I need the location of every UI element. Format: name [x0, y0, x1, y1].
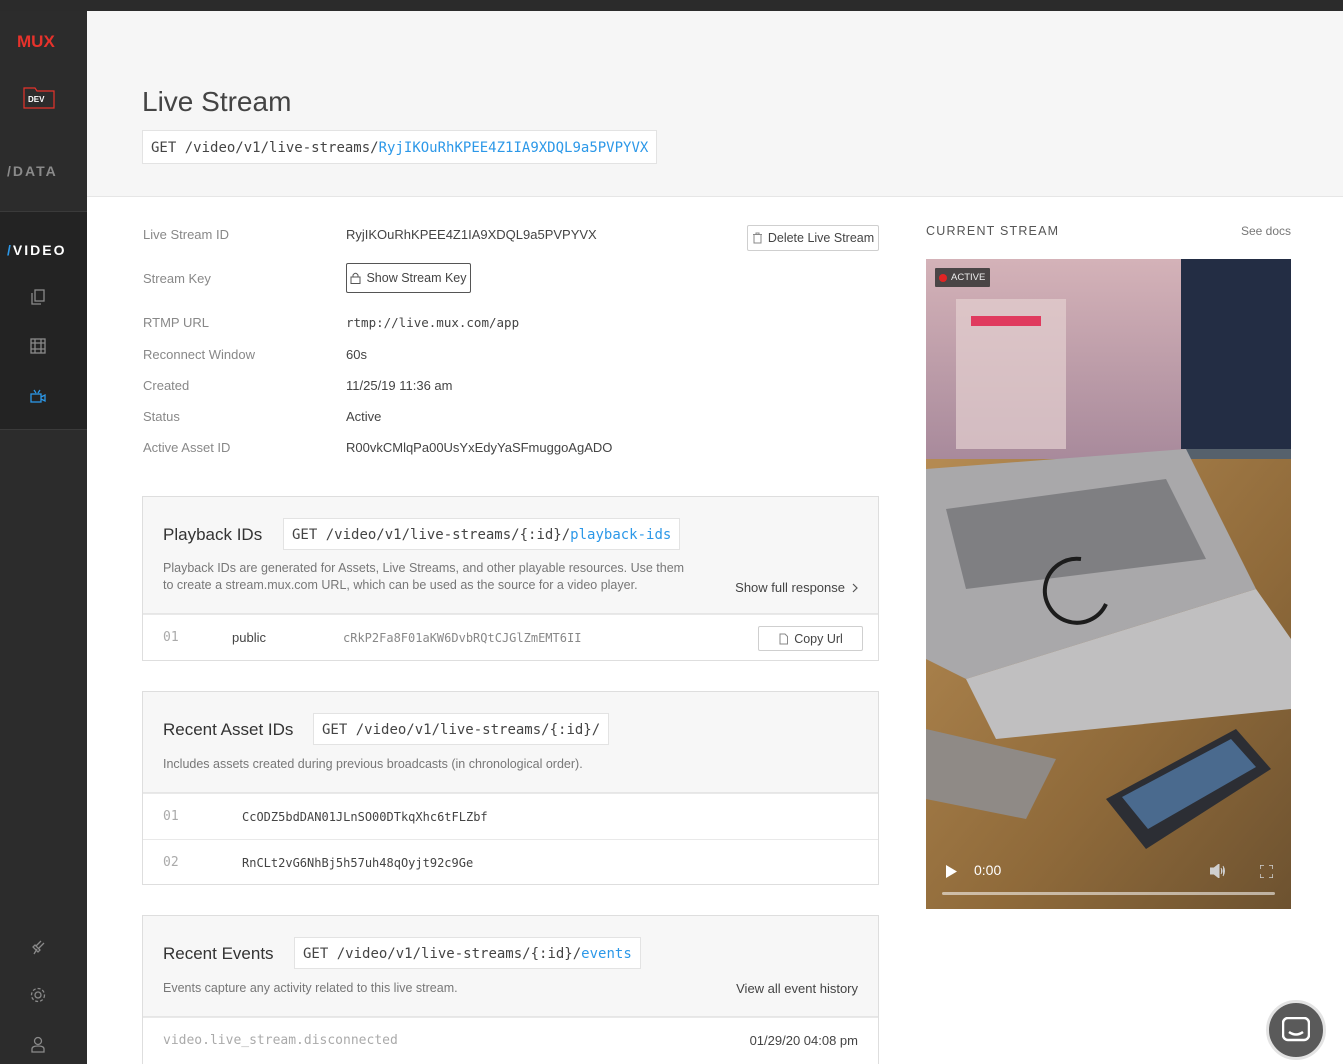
- recent-asset-ids-description: Includes assets created during previous …: [163, 757, 583, 771]
- environment-badge[interactable]: DEV: [23, 85, 55, 109]
- recent-events-description: Events capture any activity related to t…: [163, 981, 458, 995]
- page-header: Live Stream GET /video/v1/live-streams/R…: [87, 11, 1343, 197]
- rtmp-url-value: rtmp://live.mux.com/app: [346, 315, 520, 330]
- recent-asset-ids-title: Recent Asset IDs: [163, 720, 294, 739]
- sidebar: MUX DEV /DATA /VIDEO: [0, 11, 87, 1064]
- video-time: 0:00: [974, 862, 1002, 878]
- live-stream-icon[interactable]: [29, 387, 47, 405]
- nav-data[interactable]: /DATA: [7, 163, 58, 179]
- playback-ids-panel: Playback IDs GET /video/v1/live-streams/…: [142, 496, 879, 661]
- events-link[interactable]: events: [581, 946, 632, 962]
- event-time: 01/29/20 04:08 pm: [749, 1033, 858, 1048]
- svg-text:DEV: DEV: [28, 95, 45, 104]
- folder-icon: DEV: [23, 87, 55, 109]
- lock-icon: [350, 272, 361, 284]
- live-stream-id-value: RyjIKOuRhKPEE4Z1IA9XDQL9a5PVPYVX: [346, 227, 597, 242]
- assets-copy-icon[interactable]: [29, 288, 47, 306]
- playback-id-value: cRkP2Fa8F01aKW6DvbRQtCJGlZmEMT6II: [343, 631, 582, 645]
- document-icon: [779, 633, 789, 644]
- delete-live-stream-button[interactable]: Delete Live Stream: [747, 225, 879, 251]
- asset-id-value[interactable]: CcODZ5bdDAN01JLnSO00DTkqXhc6tFLZbf: [242, 810, 488, 824]
- current-stream-title: CURRENT STREAM: [926, 224, 1060, 238]
- page-title: Live Stream: [142, 86, 292, 117]
- user-icon[interactable]: [29, 1035, 47, 1053]
- video-player[interactable]: ACTIVE 0:00: [926, 259, 1291, 909]
- asset-id-value[interactable]: RnCLt2vG6NhBj5h57uh48qOyjt92c9Ge: [242, 856, 473, 870]
- asset-row: 02 RnCLt2vG6NhBj5h57uh48qOyjt92c9Ge: [143, 839, 878, 884]
- asset-row: 01 CcODZ5bdDAN01JLnSO00DTkqXhc6tFLZbf: [143, 793, 878, 839]
- video-controls: 0:00: [926, 849, 1291, 909]
- copy-url-button[interactable]: Copy Url: [758, 626, 863, 651]
- playback-id-row: 01 public cRkP2Fa8F01aKW6DvbRQtCJGlZmEMT…: [143, 614, 878, 660]
- chevron-right-icon: [852, 583, 858, 592]
- chat-launcher-button[interactable]: [1266, 1000, 1326, 1060]
- show-stream-key-button[interactable]: Show Stream Key: [346, 263, 471, 293]
- playback-ids-link[interactable]: playback-ids: [570, 527, 671, 543]
- recent-events-title: Recent Events: [163, 944, 274, 963]
- top-bar: [0, 0, 1343, 11]
- playback-ids-title: Playback IDs: [163, 525, 263, 544]
- svg-text:MUX: MUX: [17, 32, 55, 51]
- recent-asset-ids-panel: Recent Asset IDs GET /video/v1/live-stre…: [142, 691, 879, 885]
- chat-icon: [1282, 1017, 1310, 1042]
- endpoint-id-link[interactable]: RyjIKOuRhKPEE4Z1IA9XDQL9a5PVPYVX: [379, 140, 649, 156]
- mux-logo[interactable]: MUX: [17, 31, 61, 51]
- recent-events-endpoint: GET /video/v1/live-streams/{:id}/events: [294, 937, 641, 969]
- plug-icon[interactable]: [29, 938, 47, 956]
- show-full-response-link[interactable]: Show full response: [735, 580, 858, 595]
- playback-policy: public: [232, 630, 266, 645]
- api-endpoint: GET /video/v1/live-streams/RyjIKOuRhKPEE…: [142, 130, 658, 164]
- see-docs-link[interactable]: See docs: [1241, 224, 1291, 238]
- trash-icon: [752, 232, 762, 244]
- recent-events-panel: Recent Events GET /video/v1/live-streams…: [142, 915, 879, 1064]
- active-badge: ACTIVE: [935, 268, 991, 287]
- film-icon[interactable]: [29, 337, 47, 355]
- view-all-event-history-link[interactable]: View all event history: [736, 981, 858, 996]
- event-name: video.live_stream.disconnected: [163, 1033, 398, 1048]
- fullscreen-icon[interactable]: [1260, 865, 1273, 878]
- live-dot-icon: [939, 273, 947, 282]
- active-asset-id-value: R00vkCMlqPa00UsYxEdyYaSFmuggoAgADO: [346, 440, 613, 455]
- event-row: video.live_stream.disconnected 01/29/20 …: [143, 1017, 878, 1063]
- volume-icon[interactable]: [1210, 864, 1226, 878]
- playback-ids-endpoint: GET /video/v1/live-streams/{:id}/playbac…: [283, 518, 681, 550]
- play-icon[interactable]: [946, 865, 957, 878]
- nav-video[interactable]: /VIDEO: [7, 242, 66, 258]
- playback-ids-description: Playback IDs are generated for Assets, L…: [163, 561, 685, 592]
- video-progress-bar[interactable]: [942, 892, 1275, 895]
- video-section: /VIDEO: [0, 211, 87, 430]
- gear-icon[interactable]: [29, 986, 47, 1004]
- video-frame: [926, 259, 1291, 909]
- recent-asset-ids-endpoint: GET /video/v1/live-streams/{:id}/: [313, 713, 610, 745]
- status-value: Active: [346, 409, 382, 424]
